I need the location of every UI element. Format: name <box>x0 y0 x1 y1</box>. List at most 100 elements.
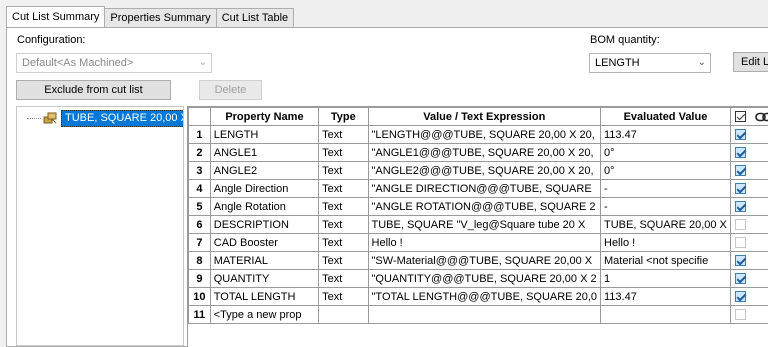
evaluated-value-cell[interactable]: Material <not specifie <box>601 252 731 270</box>
property-name-cell[interactable]: <Type a new prop <box>210 306 318 324</box>
link-checkbox[interactable] <box>735 219 746 230</box>
link-checkbox[interactable] <box>735 147 746 158</box>
column-header-type[interactable]: Type <box>319 108 368 126</box>
link-checkbox[interactable] <box>735 237 746 248</box>
link-checkbox-cell <box>730 252 768 270</box>
evaluated-value-cell[interactable]: 0° <box>601 162 731 180</box>
cut-list-tree: TUBE, SQUARE 20,00 X 20 <box>16 106 184 346</box>
link-checkbox-cell <box>730 144 768 162</box>
value-expression-cell[interactable]: Hello ! <box>368 234 600 252</box>
evaluated-value-cell[interactable]: - <box>601 198 731 216</box>
type-cell[interactable]: Text <box>319 234 368 252</box>
table-row[interactable]: 2ANGLE1Text"ANGLE1@@@TUBE, SQUARE 20,00 … <box>189 144 768 162</box>
link-checkbox-cell <box>730 180 768 198</box>
link-checkbox[interactable] <box>735 183 746 194</box>
column-header-evaluated-value[interactable]: Evaluated Value <box>601 108 731 126</box>
link-checkbox-cell <box>730 198 768 216</box>
properties-grid: Property Name Type Value / Text Expressi… <box>187 106 768 347</box>
table-row[interactable]: 6DESCRIPTIONTextTUBE, SQUARE "V_leg@Squa… <box>189 216 768 234</box>
table-row[interactable]: 1LENGTHText"LENGTH@@@TUBE, SQUARE 20,00 … <box>189 126 768 144</box>
link-checkbox-cell <box>730 216 768 234</box>
property-name-cell[interactable]: TOTAL LENGTH <box>210 288 318 306</box>
type-cell[interactable]: Text <box>319 270 368 288</box>
row-number: 8 <box>189 252 211 270</box>
column-header-property-name[interactable]: Property Name <box>210 108 318 126</box>
row-number: 6 <box>189 216 211 234</box>
value-expression-cell[interactable]: "QUANTITY@@@TUBE, SQUARE 20,00 X 2 <box>368 270 600 288</box>
column-header-link[interactable] <box>730 108 768 126</box>
row-header-corner <box>189 108 211 126</box>
evaluated-value-cell[interactable]: - <box>601 180 731 198</box>
link-checkbox-cell <box>730 306 768 324</box>
value-expression-cell[interactable] <box>368 306 600 324</box>
table-row[interactable]: 11<Type a new prop <box>189 306 768 324</box>
table-row[interactable]: 8MATERIALText"SW-Material@@@TUBE, SQUARE… <box>189 252 768 270</box>
type-cell[interactable]: Text <box>319 198 368 216</box>
table-row[interactable]: 4Angle DirectionText"ANGLE DIRECTION@@@T… <box>189 180 768 198</box>
property-name-cell[interactable]: QUANTITY <box>210 270 318 288</box>
tab-cut-list-summary[interactable]: Cut List Summary <box>6 6 105 27</box>
tree-item[interactable]: TUBE, SQUARE 20,00 X 20 <box>27 110 184 126</box>
property-name-cell[interactable]: LENGTH <box>210 126 318 144</box>
chevron-down-icon: ⌄ <box>199 54 207 72</box>
link-checkbox[interactable] <box>735 309 746 320</box>
evaluated-value-cell[interactable]: Hello ! <box>601 234 731 252</box>
table-row[interactable]: 7CAD BoosterTextHello !Hello ! <box>189 234 768 252</box>
evaluated-value-cell[interactable]: 1 <box>601 270 731 288</box>
type-cell[interactable]: Text <box>319 288 368 306</box>
value-expression-cell[interactable]: "TOTAL LENGTH@@@TUBE, SQUARE 20,0 <box>368 288 600 306</box>
link-checkbox-cell <box>730 288 768 306</box>
tree-connector <box>27 118 41 119</box>
value-expression-cell[interactable]: TUBE, SQUARE "V_leg@Square tube 20 X <box>368 216 600 234</box>
property-name-cell[interactable]: DESCRIPTION <box>210 216 318 234</box>
property-name-cell[interactable]: MATERIAL <box>210 252 318 270</box>
edit-list-button[interactable]: Edit L <box>733 52 768 72</box>
column-header-value[interactable]: Value / Text Expression <box>368 108 600 126</box>
table-row[interactable]: 5Angle RotationText"ANGLE ROTATION@@@TUB… <box>189 198 768 216</box>
link-checkbox[interactable] <box>735 291 746 302</box>
type-cell[interactable]: Text <box>319 126 368 144</box>
type-cell[interactable]: Text <box>319 252 368 270</box>
link-checkbox[interactable] <box>735 273 746 284</box>
table-row[interactable]: 3ANGLE2Text"ANGLE2@@@TUBE, SQUARE 20,00 … <box>189 162 768 180</box>
link-checkbox-cell <box>730 270 768 288</box>
property-name-cell[interactable]: ANGLE1 <box>210 144 318 162</box>
property-name-cell[interactable]: Angle Rotation <box>210 198 318 216</box>
value-expression-cell[interactable]: "ANGLE ROTATION@@@TUBE, SQUARE 2 <box>368 198 600 216</box>
type-cell[interactable]: Text <box>319 180 368 198</box>
evaluated-value-cell[interactable]: 113.47 <box>601 288 731 306</box>
evaluated-value-cell[interactable]: 0° <box>601 144 731 162</box>
bom-quantity-select[interactable]: LENGTH ⌄ <box>589 53 711 73</box>
row-number: 3 <box>189 162 211 180</box>
evaluated-value-cell[interactable] <box>601 306 731 324</box>
evaluated-value-cell[interactable]: 113.47 <box>601 126 731 144</box>
property-name-cell[interactable]: Angle Direction <box>210 180 318 198</box>
evaluated-value-cell[interactable]: TUBE, SQUARE 20,00 X <box>601 216 731 234</box>
type-cell[interactable]: Text <box>319 162 368 180</box>
table-row[interactable]: 10TOTAL LENGTHText"TOTAL LENGTH@@@TUBE, … <box>189 288 768 306</box>
tab-cut-list-table[interactable]: Cut List Table <box>216 8 294 27</box>
link-checkbox[interactable] <box>735 201 746 212</box>
type-cell[interactable]: Text <box>319 216 368 234</box>
tab-strip: Cut List Summary Properties Summary Cut … <box>6 8 293 28</box>
value-expression-cell[interactable]: "ANGLE2@@@TUBE, SQUARE 20,00 X 20, <box>368 162 600 180</box>
row-number: 11 <box>189 306 211 324</box>
delete-button[interactable]: Delete <box>199 80 262 100</box>
type-cell[interactable]: Text <box>319 144 368 162</box>
property-name-cell[interactable]: CAD Booster <box>210 234 318 252</box>
link-checkbox[interactable] <box>735 165 746 176</box>
exclude-from-cut-list-button[interactable]: Exclude from cut list <box>16 80 171 100</box>
type-cell[interactable] <box>319 306 368 324</box>
value-expression-cell[interactable]: "ANGLE DIRECTION@@@TUBE, SQUARE <box>368 180 600 198</box>
link-checkbox[interactable] <box>735 255 746 266</box>
value-expression-cell[interactable]: "ANGLE1@@@TUBE, SQUARE 20,00 X 20, <box>368 144 600 162</box>
property-name-cell[interactable]: ANGLE2 <box>210 162 318 180</box>
value-expression-cell[interactable]: "SW-Material@@@TUBE, SQUARE 20,00 X <box>368 252 600 270</box>
tab-properties-summary[interactable]: Properties Summary <box>104 8 216 27</box>
bom-quantity-label: BOM quantity: <box>590 34 660 46</box>
table-row[interactable]: 9QUANTITYText"QUANTITY@@@TUBE, SQUARE 20… <box>189 270 768 288</box>
value-expression-cell[interactable]: "LENGTH@@@TUBE, SQUARE 20,00 X 20, <box>368 126 600 144</box>
configuration-select[interactable]: Default<As Machined> ⌄ <box>16 53 212 73</box>
row-number: 5 <box>189 198 211 216</box>
link-checkbox[interactable] <box>735 129 746 140</box>
